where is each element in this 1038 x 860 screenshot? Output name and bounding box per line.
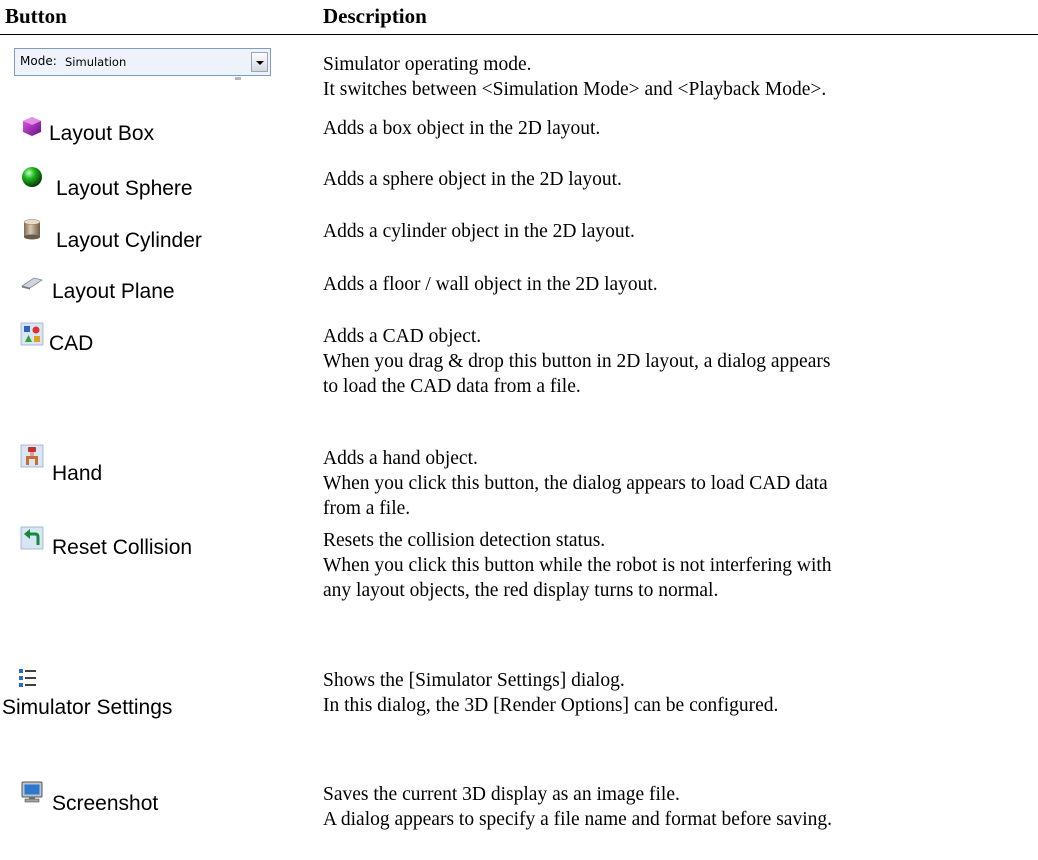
description: Adds a cylinder object in the 2D layout. [323, 219, 1033, 244]
desc-line: Adds a cylinder object in the 2D layout. [323, 221, 635, 242]
description: Resets the collision detection status. W… [323, 528, 1033, 603]
desc-line: to load the CAD data from a file. [323, 376, 581, 397]
purple-box-icon[interactable] [20, 114, 44, 138]
desc-line: It switches between <Simulation Mode> an… [323, 79, 827, 100]
desc-line: Adds a hand object. [323, 448, 478, 469]
description: Adds a box object in the 2D layout. [323, 116, 1033, 141]
desc-line: Resets the collision detection status. [323, 530, 606, 551]
desc-line: Saves the current 3D display as an image… [323, 784, 680, 805]
button-label: Layout Cylinder [56, 229, 202, 252]
button-label: CAD [49, 332, 94, 355]
combo-underline [235, 77, 241, 80]
description: Adds a CAD object. When you drag & drop … [323, 324, 1033, 399]
description: Adds a sphere object in the 2D layout. [323, 167, 1033, 192]
button-label: Layout Sphere [56, 177, 193, 200]
button-reference-table: Button Description Mode: Simulation Simu… [0, 0, 1038, 860]
cylinder-icon[interactable] [20, 217, 44, 241]
cad-icon[interactable] [20, 322, 44, 346]
desc-line: Adds a CAD object. [323, 326, 482, 347]
desc-line: In this dialog, the 3D [Render Options] … [323, 695, 779, 716]
reset-arrow-icon[interactable] [20, 526, 44, 550]
header-button: Button [5, 4, 67, 28]
settings-list-icon[interactable] [16, 666, 40, 690]
green-sphere-icon[interactable] [20, 165, 44, 189]
desc-line: When you drag & drop this button in 2D l… [323, 351, 831, 372]
desc-line: Adds a sphere object in the 2D layout. [323, 169, 622, 190]
header-description: Description [323, 4, 427, 28]
description: Simulator operating mode. It switches be… [323, 52, 1033, 102]
button-label: Layout Box [49, 122, 155, 145]
button-label: Layout Plane [52, 280, 175, 303]
desc-line: Shows the [Simulator Settings] dialog. [323, 670, 625, 691]
chevron-down-icon[interactable] [251, 52, 268, 72]
desc-line: Adds a floor / wall object in the 2D lay… [323, 274, 658, 295]
mode-dropdown[interactable]: Mode: Simulation [14, 48, 271, 80]
button-label: Hand [52, 462, 103, 485]
button-label: Screenshot [52, 792, 159, 815]
desc-line: from a file. [323, 498, 411, 519]
description: Adds a hand object. When you click this … [323, 446, 1033, 521]
hand-icon[interactable] [20, 444, 44, 468]
header-rule [0, 34, 1038, 35]
monitor-icon[interactable] [20, 780, 44, 804]
description: Shows the [Simulator Settings] dialog. I… [323, 668, 1033, 718]
button-label: Reset Collision [52, 536, 193, 559]
button-label: Simulator Settings [2, 696, 173, 719]
desc-line: Simulator operating mode. [323, 54, 532, 75]
description: Saves the current 3D display as an image… [323, 782, 1033, 832]
plane-icon[interactable] [20, 270, 44, 294]
mode-value: Simulation [65, 55, 127, 69]
desc-line: Adds a box object in the 2D layout. [323, 118, 601, 139]
description: Adds a floor / wall object in the 2D lay… [323, 272, 1033, 297]
desc-line: When you click this button, the dialog a… [323, 473, 828, 494]
desc-line: any layout objects, the red display turn… [323, 580, 719, 601]
desc-line: A dialog appears to specify a file name … [323, 809, 832, 830]
mode-label: Mode: [20, 54, 57, 68]
desc-line: When you click this button while the rob… [323, 555, 832, 576]
